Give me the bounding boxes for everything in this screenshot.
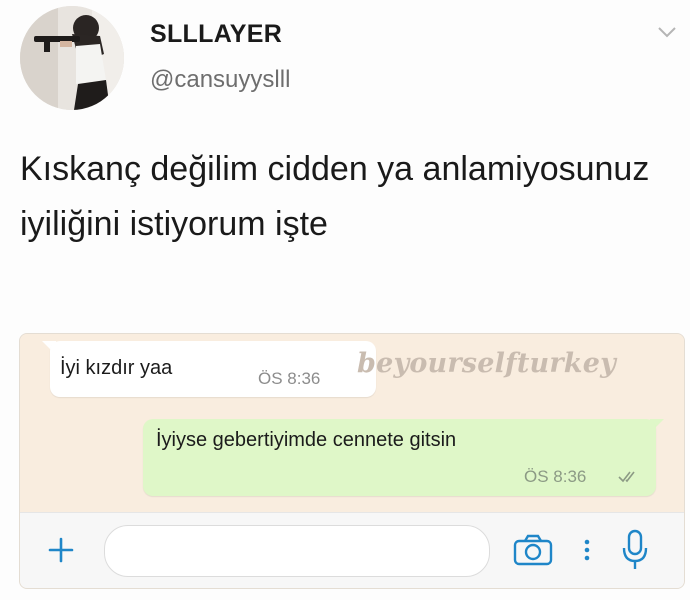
message-text: İyiyse gebertiyimde cennete gitsin: [156, 429, 457, 451]
tweet-text: Kıskanç değilim cidden ya anlamiyosunuz …: [20, 150, 650, 243]
message-time: ÖS 8:36: [524, 467, 587, 486]
watermark: beyourselfturkey: [357, 348, 616, 379]
avatar[interactable]: [20, 6, 124, 110]
user-handle[interactable]: @cansuyyslll: [150, 66, 290, 94]
chevron-down-icon[interactable]: [656, 24, 678, 40]
message-text: İyi kızdır yaa: [60, 357, 173, 379]
message-time: ÖS 8:36: [258, 369, 321, 388]
display-name[interactable]: SLLLAYER: [150, 20, 282, 49]
chat-area: İyi kızdır yaa ÖS 8:36 beyourselfturkey …: [20, 334, 684, 512]
more-dots-icon[interactable]: [583, 537, 591, 563]
outgoing-message[interactable]: İyiyse gebertiyimde cennete gitsin ÖS 8:…: [143, 419, 656, 496]
camera-icon[interactable]: [512, 533, 554, 567]
chat-input-bar: [20, 512, 684, 588]
incoming-message[interactable]: İyi kızdır yaa ÖS 8:36: [50, 341, 376, 397]
double-check-icon: [618, 471, 635, 483]
tweet-card: SLLLAYER @cansuyyslll Kıskanç değilim ci…: [0, 0, 690, 600]
plus-icon[interactable]: [46, 535, 76, 565]
microphone-icon[interactable]: [621, 529, 649, 571]
chat-screenshot: İyi kızdır yaa ÖS 8:36 beyourselfturkey …: [19, 333, 685, 589]
message-input[interactable]: [104, 525, 490, 577]
